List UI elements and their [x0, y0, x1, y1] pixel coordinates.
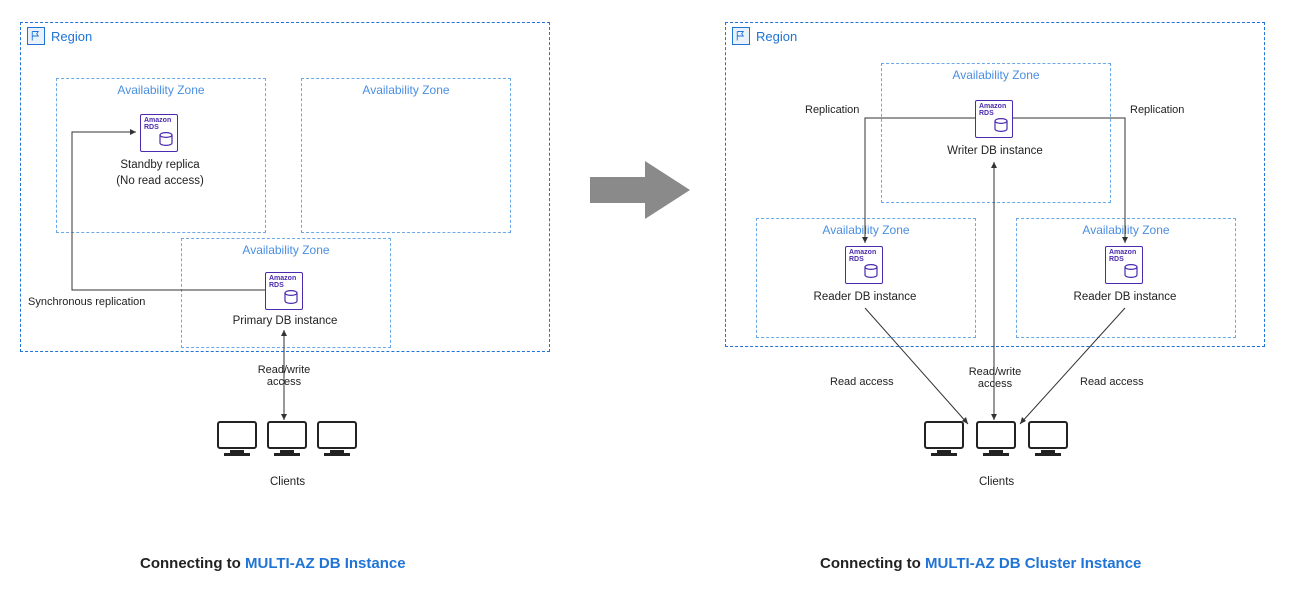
left-caption: Connecting to MULTI-AZ DB Instance [140, 555, 406, 572]
read-access-left-label: Read access [830, 376, 894, 388]
primary-label: Primary DB instance [215, 314, 355, 330]
replication-right-label: Replication [1130, 104, 1184, 116]
monitor-icon [975, 420, 1017, 458]
az-label: Availability Zone [362, 83, 449, 97]
right-region-label: Region [756, 29, 797, 44]
rds-icon: AmazonRDS [1105, 246, 1143, 284]
monitor-icon [1027, 420, 1069, 458]
monitor-icon [923, 420, 965, 458]
readwrite-label: Read/write access [222, 364, 346, 388]
transform-arrow-icon [585, 155, 695, 230]
az-label: Availability Zone [1082, 223, 1169, 237]
right-region-header: Region [732, 27, 797, 45]
region-flag-icon [732, 27, 750, 45]
monitor-icon [266, 420, 308, 458]
az-label: Availability Zone [952, 68, 1039, 82]
left-az-empty: Availability Zone [301, 78, 511, 233]
left-az-standby: Availability Zone [56, 78, 266, 233]
monitor-icon [316, 420, 358, 458]
rds-icon: AmazonRDS [140, 114, 178, 152]
writer-label: Writer DB instance [935, 144, 1055, 160]
az-label: Availability Zone [822, 223, 909, 237]
left-region-header: Region [27, 27, 92, 45]
clients-label: Clients [979, 476, 1014, 488]
az-label: Availability Zone [117, 83, 204, 97]
az-label: Availability Zone [242, 243, 329, 257]
monitor-icon [216, 420, 258, 458]
left-clients: Clients [208, 420, 368, 510]
readwrite-right-label: Read/write access [935, 366, 1055, 390]
rds-icon: AmazonRDS [845, 246, 883, 284]
sync-replication-label: Synchronous replication [28, 296, 145, 308]
region-flag-icon [27, 27, 45, 45]
rds-icon: AmazonRDS [265, 272, 303, 310]
clients-label: Clients [270, 476, 305, 488]
standby-label: Standby replica (No read access) [100, 158, 220, 189]
right-clients: Clients [915, 420, 1080, 510]
replication-left-label: Replication [805, 104, 859, 116]
rds-icon: AmazonRDS [975, 100, 1013, 138]
left-region-label: Region [51, 29, 92, 44]
read-access-right-label: Read access [1080, 376, 1144, 388]
reader-left-label: Reader DB instance [800, 290, 930, 306]
reader-right-label: Reader DB instance [1060, 290, 1190, 306]
right-caption: Connecting to MULTI-AZ DB Cluster Instan… [820, 555, 1141, 572]
